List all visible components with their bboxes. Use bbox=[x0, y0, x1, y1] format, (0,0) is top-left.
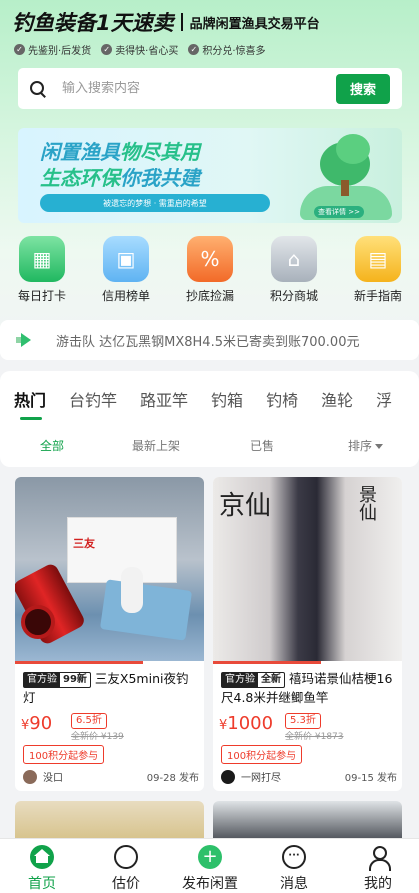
slogan: 品牌闲置渔具交易平台 bbox=[189, 16, 320, 32]
category-points-mall[interactable]: ⌂ 积分商城 bbox=[256, 236, 332, 304]
tab-hot[interactable]: 热门 bbox=[14, 387, 46, 420]
tab-float[interactable]: 浮 bbox=[376, 387, 392, 411]
nav-estimate[interactable]: 估价 bbox=[84, 845, 168, 893]
seller-name: 一网打尽 bbox=[241, 773, 281, 784]
tab-reel[interactable]: 渔轮 bbox=[321, 387, 353, 411]
points-badge: 100积分起参与 bbox=[23, 745, 105, 764]
home-icon bbox=[30, 845, 54, 869]
product-card[interactable]: 三友 官方验 99新 三友X5mini夜钓灯 ¥90 6.5折 全新价 ¥139 … bbox=[15, 477, 204, 791]
tree-trunk bbox=[341, 180, 349, 196]
official-tag: 官方验 bbox=[23, 672, 61, 688]
battery-tube bbox=[121, 567, 143, 613]
feature-badges: ✓ 先鉴别·后发货 ✓ 卖得快·省心买 ✓ 积分兑·惊喜多 bbox=[14, 42, 266, 57]
category-daily-checkin[interactable]: ▦ 每日打卡 bbox=[4, 236, 80, 304]
banner-headline-2: 生态环保你我共建 bbox=[40, 166, 200, 190]
product-title: 官方验 99新 三友X5mini夜钓灯 bbox=[23, 671, 189, 705]
tab-fishing-chair[interactable]: 钓椅 bbox=[266, 387, 298, 411]
cleaning-cloth bbox=[99, 579, 193, 641]
product-image: 三友 bbox=[15, 477, 204, 661]
avatar bbox=[221, 769, 235, 784]
shop-icon: ⌂ bbox=[271, 236, 317, 282]
promo-banner[interactable]: 闲置渔具物尽其用 生态环保你我共建 被遗忘的梦想 · 需重启的希望 查看详情 >… bbox=[18, 128, 402, 223]
user-icon bbox=[366, 845, 391, 871]
subtab-all[interactable]: 全部 bbox=[40, 437, 64, 454]
discount-icon: % bbox=[187, 236, 233, 282]
chat-icon: ··· bbox=[282, 845, 306, 869]
category-credit-ranking[interactable]: ▣ 信用榜单 bbox=[88, 236, 164, 304]
product-card-partial[interactable] bbox=[213, 801, 402, 841]
notice-text: 游击队 达亿瓦黑钢MX8H4.5米已寄卖到账700.00元 bbox=[56, 334, 360, 350]
nav-publish[interactable]: + 发布闲置 bbox=[168, 845, 252, 893]
estimate-icon bbox=[114, 845, 138, 869]
scroll-text-right: 景仙 bbox=[356, 485, 377, 521]
avatar bbox=[23, 769, 37, 784]
tab-tackle-box[interactable]: 钓箱 bbox=[211, 387, 243, 411]
subtab-sort[interactable]: 排序 bbox=[348, 437, 384, 454]
search-input[interactable] bbox=[62, 81, 336, 96]
product-image: 京仙 景仙 bbox=[213, 477, 402, 661]
calendar-icon: ▦ bbox=[19, 236, 65, 282]
check-icon: ✓ bbox=[14, 44, 25, 55]
plus-icon: + bbox=[198, 845, 222, 869]
seller-name: 没口 bbox=[43, 773, 63, 784]
category-tabs: 热门 台钓竿 路亚竿 钓箱 钓椅 渔轮 浮 bbox=[14, 387, 415, 420]
search-button[interactable]: 搜索 bbox=[336, 73, 390, 104]
product-price: ¥1000 bbox=[219, 713, 274, 734]
notice-bar[interactable]: 游击队 达亿瓦黑钢MX8H4.5米已寄卖到账700.00元 bbox=[0, 320, 419, 360]
publish-date: 09-28 发布 bbox=[146, 773, 199, 784]
points-badge: 100积分起参与 bbox=[221, 745, 303, 764]
official-tag: 官方验 bbox=[221, 672, 259, 688]
book-icon: ▤ bbox=[355, 236, 401, 282]
subtab-latest[interactable]: 最新上架 bbox=[132, 437, 180, 454]
nav-home[interactable]: 首页 bbox=[0, 845, 84, 893]
discount-badge: 6.5折 bbox=[71, 713, 107, 729]
box-icon: ▣ bbox=[103, 236, 149, 282]
check-icon: ✓ bbox=[101, 44, 113, 55]
discount-badge: 5.3折 bbox=[285, 713, 321, 729]
nav-messages[interactable]: ··· 消息 bbox=[252, 845, 336, 893]
category-beginner-guide[interactable]: ▤ 新手指南 bbox=[340, 236, 416, 304]
box-brand-text: 三友 bbox=[73, 537, 95, 550]
feed-filter-panel: 热门 台钓竿 路亚竿 钓箱 钓椅 渔轮 浮 全部 最新上架 已售 排序 bbox=[0, 371, 419, 467]
caret-down-icon bbox=[375, 444, 384, 449]
product-title: 官方验 全新 禧玛诺景仙桔梗16尺4.8米并继鲫鱼竿 bbox=[221, 671, 393, 705]
original-price: 全新价 ¥1873 bbox=[285, 732, 344, 742]
product-card-partial[interactable] bbox=[15, 801, 204, 841]
search-icon bbox=[30, 80, 46, 97]
original-price: 全新价 ¥139 bbox=[71, 732, 124, 742]
banner-tagline: 被遗忘的梦想 · 需重启的希望 bbox=[40, 194, 270, 212]
brand-logo: 钓鱼装备1天速卖 bbox=[12, 11, 174, 35]
search-bar: 搜索 bbox=[18, 68, 402, 109]
grade-tag: 全新 bbox=[257, 672, 285, 688]
feature-badge: ✓ 卖得快·省心买 bbox=[101, 42, 178, 57]
app-header: 钓鱼装备1天速卖 品牌闲置渔具交易平台 bbox=[12, 8, 412, 36]
tab-lure-rod[interactable]: 路亚竿 bbox=[140, 387, 188, 411]
nav-profile[interactable]: 我的 bbox=[336, 845, 419, 893]
product-price: ¥90 bbox=[21, 713, 53, 734]
progress-bar bbox=[213, 661, 321, 664]
sort-label: 排序 bbox=[348, 439, 373, 453]
publish-date: 09-15 发布 bbox=[344, 773, 397, 784]
seller-info: 一网打尽 09-15 发布 bbox=[221, 769, 397, 784]
tab-platform-rod[interactable]: 台钓竿 bbox=[69, 387, 117, 411]
bottom-nav: 首页 估价 + 发布闲置 ··· 消息 我的 bbox=[0, 838, 419, 893]
flashlight-head bbox=[21, 605, 55, 639]
tree-crown-top bbox=[336, 134, 370, 164]
feature-badge: ✓ 积分兑·惊喜多 bbox=[188, 42, 266, 57]
banner-headline-1: 闲置渔具物尽其用 bbox=[40, 140, 200, 164]
subtab-sold[interactable]: 已售 bbox=[250, 437, 274, 454]
divider bbox=[180, 13, 183, 31]
category-row: ▦ 每日打卡 ▣ 信用榜单 % 抄底捡漏 ⌂ 积分商城 ▤ 新手指南 bbox=[0, 236, 419, 306]
check-icon: ✓ bbox=[188, 44, 200, 55]
seller-info: 没口 09-28 发布 bbox=[23, 769, 199, 784]
scroll-text-left: 京仙 bbox=[219, 491, 272, 521]
feature-badge: ✓ 先鉴别·后发货 bbox=[14, 42, 91, 57]
category-bargain[interactable]: % 抄底捡漏 bbox=[172, 236, 248, 304]
banner-details-link[interactable]: 查看详情 >> bbox=[314, 206, 364, 218]
grade-tag: 99新 bbox=[59, 672, 91, 688]
megaphone-icon bbox=[16, 333, 34, 347]
progress-bar bbox=[15, 661, 143, 664]
product-card[interactable]: 京仙 景仙 官方验 全新 禧玛诺景仙桔梗16尺4.8米并继鲫鱼竿 ¥1000 5.… bbox=[213, 477, 402, 791]
